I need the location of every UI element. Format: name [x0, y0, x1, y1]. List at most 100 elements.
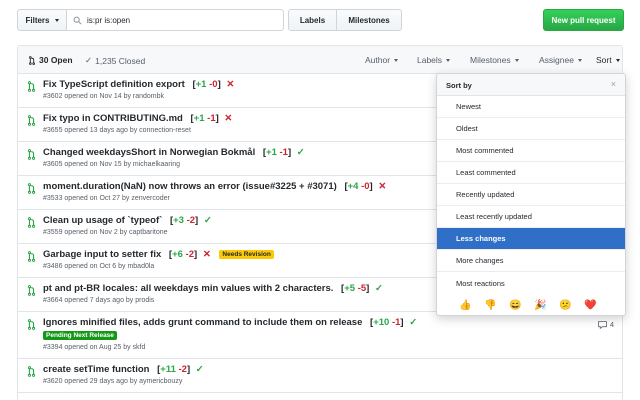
search-input[interactable] — [87, 15, 267, 25]
additions: +11 — [160, 364, 176, 375]
assignee-filter-label: Assignee — [539, 55, 574, 65]
deletions: -2 — [178, 364, 187, 375]
milestones-filter[interactable]: Milestones — [470, 55, 519, 65]
thumbs-down-icon[interactable]: 👎 — [484, 299, 497, 312]
sort-option-most-reactions[interactable]: Most reactions — [437, 272, 625, 294]
pr-meta: #3602 opened on Nov 14 by randombk — [43, 93, 165, 100]
additions: +1 — [266, 147, 277, 158]
pr-title-link[interactable]: moment.duration(NaN) now throws an error… — [43, 181, 337, 192]
sort-filter-label: Sort — [596, 55, 612, 65]
label-pending-next-release[interactable]: Pending Next Release — [43, 331, 117, 340]
diff-stat: [+4 -0] — [344, 181, 373, 192]
author-filter[interactable]: Author — [365, 55, 399, 65]
build-failed-icon[interactable]: ✕ — [226, 79, 234, 90]
build-passed-icon[interactable]: ✓ — [204, 215, 212, 226]
pr-title-link[interactable]: Fix typo in CONTRIBUTING.md — [43, 113, 183, 124]
additions: +10 — [373, 317, 390, 328]
build-failed-icon[interactable]: ✕ — [378, 181, 386, 192]
pull-request-icon — [27, 149, 36, 162]
pull-request-icon — [27, 319, 36, 332]
diff-stat: [+1 -0] — [192, 79, 221, 90]
comment-count-value: 4 — [609, 320, 614, 329]
sort-option-least-commented[interactable]: Least commented — [437, 162, 625, 184]
build-passed-icon[interactable]: ✓ — [297, 147, 305, 158]
build-passed-icon[interactable]: ✓ — [375, 283, 383, 294]
sort-option-more-changes[interactable]: More changes — [437, 250, 625, 272]
check-icon: ✓ — [85, 55, 93, 65]
additions: +1 — [195, 79, 207, 90]
sort-option-newest[interactable]: Newest — [437, 96, 625, 118]
chevron-down-icon — [54, 18, 59, 22]
new-pull-request-button[interactable]: New pull request — [543, 9, 624, 31]
heart-icon[interactable]: ❤️ — [584, 299, 597, 312]
pr-meta: #3486 opened on Oct 6 by mbad0la — [43, 263, 155, 270]
deletions: -1 — [207, 113, 216, 124]
reaction-sort-options: 👍 👎 😄 🎉 😕 ❤️ — [437, 294, 625, 315]
open-tab[interactable]: 30 Open — [28, 55, 73, 65]
additions: +5 — [344, 283, 356, 294]
closed-count-label: 1,235 Closed — [95, 55, 146, 66]
milestones-button[interactable]: Milestones — [336, 9, 402, 31]
build-passed-icon[interactable]: ✓ — [196, 364, 204, 375]
deletions: -5 — [357, 283, 367, 294]
pull-request-icon — [27, 217, 36, 230]
table-row[interactable]: create setTime function [+11 -2] ✓ #3620… — [18, 359, 622, 393]
sort-dropdown: Sort by × Newest Oldest Most commented Leas… — [436, 73, 626, 316]
pr-title-link[interactable]: pt and pt-BR locales: all weekdays min v… — [43, 283, 333, 294]
deletions: -0 — [361, 181, 370, 192]
filters-label: Filters — [25, 15, 50, 25]
deletions: -2 — [186, 215, 196, 226]
closed-tab[interactable]: ✓ 1,235 Closed — [85, 55, 145, 66]
chevron-down-icon — [514, 58, 519, 62]
diff-stat: [+1 -1] — [190, 113, 219, 124]
pull-request-icon — [27, 81, 36, 94]
comment-icon — [597, 320, 607, 329]
pull-request-icon — [27, 115, 36, 128]
pull-request-icon — [27, 251, 36, 264]
comment-count[interactable]: 4 — [597, 320, 614, 329]
deletions: -2 — [185, 249, 194, 260]
sort-option-least-recently-updated[interactable]: Least recently updated — [437, 206, 625, 228]
additions: +6 — [172, 249, 183, 260]
pr-title-link[interactable]: Ignores minified files, adds grunt comma… — [43, 317, 362, 328]
chevron-down-icon — [446, 58, 451, 62]
additions: +3 — [173, 215, 184, 226]
additions: +4 — [347, 181, 359, 192]
smile-icon[interactable]: 😄 — [509, 299, 522, 312]
toolbar: Filters Labels Milestones New pull reque… — [17, 9, 624, 31]
deletions: -1 — [279, 147, 288, 158]
thumbs-up-icon[interactable]: 👍 — [459, 299, 472, 312]
assignee-filter[interactable]: Assignee — [539, 55, 582, 65]
pr-title-link[interactable]: Fix TypeScript definition export — [43, 79, 185, 90]
pr-meta: #3559 opened on Nov 2 by captbaritone — [43, 229, 168, 236]
pr-title-link[interactable]: Garbage input to setter fix — [43, 249, 161, 260]
filters-button[interactable]: Filters — [17, 9, 67, 31]
table-row[interactable]: Ignores minified files, adds grunt comma… — [18, 312, 622, 359]
pr-title-link[interactable]: Clean up usage of `typeof` — [43, 215, 162, 226]
labels-button[interactable]: Labels — [288, 9, 337, 31]
author-filter-label: Author — [365, 55, 391, 65]
close-icon[interactable]: × — [611, 79, 616, 89]
label-needs-revision[interactable]: Needs Revision — [219, 250, 274, 259]
pr-title-link[interactable]: create setTime function — [43, 364, 149, 375]
build-passed-icon[interactable]: ✓ — [409, 317, 417, 328]
sort-option-oldest[interactable]: Oldest — [437, 118, 625, 140]
sort-option-most-commented[interactable]: Most commented — [437, 140, 625, 162]
tada-icon[interactable]: 🎉 — [534, 299, 547, 312]
chevron-down-icon — [577, 58, 582, 62]
build-failed-icon[interactable]: ✕ — [203, 249, 211, 260]
sort-option-less-changes[interactable]: Less changes — [437, 228, 625, 250]
sort-option-recently-updated[interactable]: Recently updated — [437, 184, 625, 206]
chevron-down-icon — [394, 58, 399, 62]
sort-dropdown-title: Sort by — [446, 81, 472, 90]
sort-filter[interactable]: Sort — [596, 55, 620, 65]
pr-title-link[interactable]: Changed weekdaysShort in Norwegian Bokmå… — [43, 147, 255, 158]
pr-meta: #3394 opened on Aug 25 by skfd — [43, 344, 146, 351]
confused-icon[interactable]: 😕 — [559, 299, 572, 312]
sort-dropdown-header: Sort by × — [437, 74, 625, 96]
diff-stat: [+1 -1] — [262, 147, 292, 158]
pull-request-icon — [27, 183, 36, 196]
build-failed-icon[interactable]: ✕ — [224, 113, 232, 124]
search-field[interactable] — [66, 9, 284, 31]
labels-filter[interactable]: Labels — [417, 55, 451, 65]
